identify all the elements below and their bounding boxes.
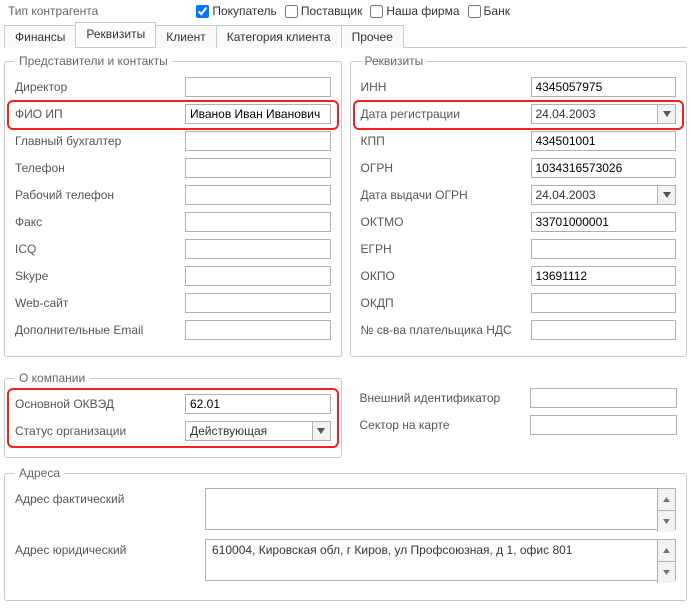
label-okdp: ОКДП <box>361 296 531 310</box>
input-emails[interactable] <box>185 320 331 340</box>
tab-details[interactable]: Реквизиты <box>75 22 156 47</box>
combo-ogrndate-value: 24.04.2003 <box>532 188 658 202</box>
input-skype[interactable] <box>185 266 331 286</box>
label-fax: Факс <box>15 215 185 229</box>
label-director: Директор <box>15 80 185 94</box>
chevron-down-icon <box>663 519 670 524</box>
input-fioip[interactable] <box>185 104 331 124</box>
label-icq: ICQ <box>15 242 185 256</box>
fs-contacts-legend: Представители и контакты <box>15 54 172 68</box>
chevron-down-icon <box>663 192 671 198</box>
label-egrn: ЕГРН <box>361 242 531 256</box>
cb-supplier[interactable]: Поставщик <box>285 4 363 18</box>
cb-supplier-box[interactable] <box>285 5 298 18</box>
textarea-addr-fact[interactable] <box>205 488 676 530</box>
label-addr-fact: Адрес фактический <box>15 488 205 506</box>
fs-company-right: Внешний идентификатор Сектор на карте <box>350 371 688 451</box>
input-okved[interactable] <box>185 394 331 414</box>
tab-client[interactable]: Клиент <box>155 25 217 48</box>
combo-regdate-value: 24.04.2003 <box>532 107 658 121</box>
chevron-down-icon <box>663 111 671 117</box>
label-ogrn: ОГРН <box>361 161 531 175</box>
input-phone[interactable] <box>185 158 331 178</box>
label-okpo: ОКПО <box>361 269 531 283</box>
tabs: Финансы Реквизиты Клиент Категория клиен… <box>4 24 687 48</box>
input-extid[interactable] <box>530 388 678 408</box>
chevron-up-icon <box>663 497 670 502</box>
addr-legal-down[interactable] <box>657 561 675 583</box>
label-inn: ИНН <box>361 80 531 94</box>
combo-status-dropdown[interactable] <box>312 422 330 440</box>
label-phone: Телефон <box>15 161 185 175</box>
fs-company: О компании Основной ОКВЭД Статус организ… <box>4 371 342 458</box>
combo-regdate-dropdown[interactable] <box>657 105 675 123</box>
textarea-addr-legal[interactable] <box>205 539 676 581</box>
fs-company-legend: О компании <box>15 371 89 385</box>
chevron-up-icon <box>663 548 670 553</box>
tab-category[interactable]: Категория клиента <box>216 25 342 48</box>
input-accountant[interactable] <box>185 131 331 151</box>
input-ogrn[interactable] <box>531 158 677 178</box>
fs-addresses-legend: Адреса <box>15 466 64 480</box>
label-extid: Внешний идентификатор <box>360 391 530 405</box>
label-ogrndate: Дата выдачи ОГРН <box>361 188 531 202</box>
input-kpp[interactable] <box>531 131 677 151</box>
label-accountant: Главный бухгалтер <box>15 134 185 148</box>
cb-supplier-label: Поставщик <box>301 4 363 18</box>
input-okpo[interactable] <box>531 266 677 286</box>
label-regdate: Дата регистрации <box>361 107 531 121</box>
input-workphone[interactable] <box>185 185 331 205</box>
cb-buyer-label: Покупатель <box>212 4 276 18</box>
label-kpp: КПП <box>361 134 531 148</box>
fs-details-legend: Реквизиты <box>361 54 428 68</box>
label-workphone: Рабочий телефон <box>15 188 185 202</box>
counterparty-type-label: Тип контрагента <box>8 4 98 18</box>
tab-other[interactable]: Прочее <box>341 25 404 48</box>
input-nds[interactable] <box>531 320 677 340</box>
combo-status[interactable]: Действующая <box>185 421 331 441</box>
input-egrn[interactable] <box>531 239 677 259</box>
input-fax[interactable] <box>185 212 331 232</box>
input-okdp[interactable] <box>531 293 677 313</box>
tab-finance[interactable]: Финансы <box>4 25 76 48</box>
label-oktmo: ОКТМО <box>361 215 531 229</box>
fs-details: Реквизиты ИНН Дата регистрации 24.04.200… <box>350 54 688 357</box>
cb-ourfirm[interactable]: Наша фирма <box>370 4 459 18</box>
fs-contacts: Представители и контакты Директор ФИО ИП… <box>4 54 342 357</box>
cb-bank-label: Банк <box>484 4 510 18</box>
cb-bank[interactable]: Банк <box>468 4 510 18</box>
combo-status-value: Действующая <box>186 424 312 438</box>
label-addr-legal: Адрес юридический <box>15 539 205 557</box>
label-skype: Skype <box>15 269 185 283</box>
chevron-down-icon <box>317 428 325 434</box>
label-okved: Основной ОКВЭД <box>15 397 185 411</box>
addr-legal-up[interactable] <box>657 540 675 561</box>
addr-fact-up[interactable] <box>657 489 675 510</box>
cb-buyer[interactable]: Покупатель <box>196 4 276 18</box>
chevron-down-icon <box>663 570 670 575</box>
label-nds: № св-ва плательщика НДС <box>361 323 531 337</box>
cb-ourfirm-label: Наша фирма <box>386 4 459 18</box>
input-sector[interactable] <box>530 415 678 435</box>
label-fioip: ФИО ИП <box>15 107 185 121</box>
input-inn[interactable] <box>531 77 677 97</box>
combo-ogrndate-dropdown[interactable] <box>657 186 675 204</box>
cb-bank-box[interactable] <box>468 5 481 18</box>
input-director[interactable] <box>185 77 331 97</box>
cb-ourfirm-box[interactable] <box>370 5 383 18</box>
fs-addresses: Адреса Адрес фактический Адрес юридическ… <box>4 466 687 601</box>
input-oktmo[interactable] <box>531 212 677 232</box>
combo-ogrndate[interactable]: 24.04.2003 <box>531 185 677 205</box>
label-website: Web-сайт <box>15 296 185 310</box>
label-emails: Дополнительные Email <box>15 323 185 337</box>
input-icq[interactable] <box>185 239 331 259</box>
input-website[interactable] <box>185 293 331 313</box>
combo-regdate[interactable]: 24.04.2003 <box>531 104 677 124</box>
label-sector: Сектор на карте <box>360 418 530 432</box>
label-status: Статус организации <box>15 424 185 438</box>
cb-buyer-box[interactable] <box>196 5 209 18</box>
addr-fact-down[interactable] <box>657 510 675 532</box>
